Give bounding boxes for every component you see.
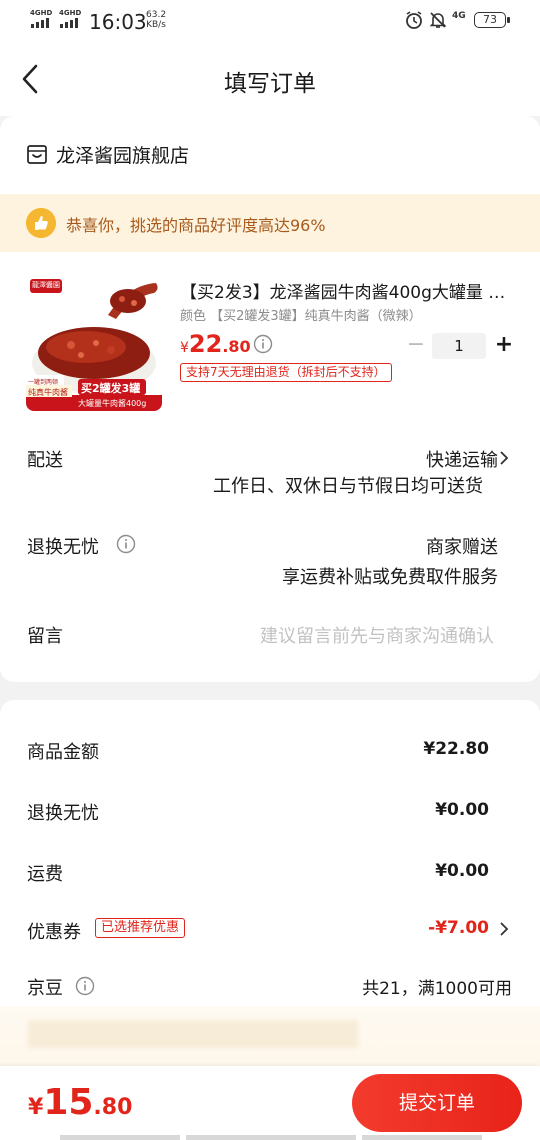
alarm-icon [406, 11, 422, 29]
image-banner: 买2罐发3罐 [81, 382, 141, 395]
store-icon [27, 145, 47, 164]
product-spec: 颜色 【买2罐发3罐】纯真牛肉酱（微辣） [180, 309, 422, 324]
order-card: 龙泽酱园旗舰店 恭喜你，挑选的商品好评度高达96% 龍澤醬園 买2罐发3罐 一罐… [0, 116, 540, 682]
total-currency: ¥ [28, 1095, 44, 1120]
net-speed-unit: KB/s [146, 20, 166, 30]
info-icon[interactable] [116, 534, 136, 554]
shipping-label: 运费 [27, 864, 63, 885]
blurred-content [28, 1020, 358, 1048]
image-bottom-tag: 大罐量牛肉酱400g [78, 399, 147, 408]
return-service-label: 退换无忧 [27, 537, 99, 558]
battery-tip [507, 17, 510, 23]
summary-card: 商品金额 ¥22.80 退换无忧 ¥0.00 运费 ¥0.00 优惠券 已选推荐… [0, 700, 540, 1080]
quantity-plus-button[interactable]: + [494, 334, 514, 358]
chevron-right-icon[interactable] [498, 450, 510, 466]
return-policy-tag: 支持7天无理由退货（拆封后不支持） [180, 363, 392, 382]
quantity-minus-button[interactable]: − [406, 334, 426, 358]
product-price: ¥22.80 [180, 330, 251, 358]
signal-icon [60, 18, 78, 28]
return-service-note: 享运费补贴或免费取件服务 [282, 567, 498, 588]
price-integer: 22 [188, 330, 223, 358]
product-image[interactable]: 龍澤醬園 买2罐发3罐 一罐到两顿 纯真牛肉酱 大罐量牛肉酱400g [26, 275, 162, 411]
return-fee-label: 退换无忧 [27, 803, 99, 824]
home-indicator [60, 1135, 180, 1140]
info-icon[interactable] [75, 976, 95, 996]
coupon-value[interactable]: -¥7.00 [428, 918, 489, 938]
return-fee-value: ¥0.00 [435, 800, 489, 820]
delivery-method[interactable]: 快递运输 [426, 446, 498, 472]
battery-level: 73 [483, 13, 497, 26]
product-title[interactable]: 【买2发3】龙泽酱园牛肉酱400g大罐量 纯真牛肉酱 [180, 278, 510, 303]
page-header: 填写订单 [0, 42, 540, 116]
network-type: 4G [452, 11, 466, 21]
image-corner-text: 一罐到两顿 [28, 379, 59, 386]
coupon-tag: 已选推荐优惠 [95, 918, 186, 938]
goods-amount-value: ¥22.80 [423, 739, 489, 759]
thumbs-up-icon [26, 208, 56, 238]
shipping-value: ¥0.00 [435, 861, 489, 881]
promo-text: 恭喜你，挑选的商品好评度高达96% [66, 216, 326, 235]
total-price: ¥15.80 [28, 1082, 132, 1123]
image-badge: 龍澤醬園 [32, 281, 60, 289]
battery-icon: 73 [474, 12, 506, 28]
return-service-value: 商家赠送 [426, 537, 498, 558]
jingdou-value: 共21，满1000可用 [362, 979, 512, 999]
jingdou-label: 京豆 [27, 978, 63, 999]
message-input[interactable]: 建议留言前先与商家沟通确认 [260, 622, 494, 648]
promo-banner: 恭喜你，挑选的商品好评度高达96% [0, 194, 540, 252]
net-speed: 63.2 KB/s [146, 10, 166, 30]
chevron-right-icon[interactable] [498, 921, 510, 937]
checkout-bar: ¥15.80 提交订单 [0, 1066, 540, 1140]
status-bar: 4GHD 4GHD 16:03 63.2 KB/s 4G 73 [0, 0, 540, 42]
home-indicator [186, 1135, 356, 1140]
home-indicator [362, 1135, 482, 1140]
goods-amount-label: 商品金额 [27, 742, 99, 763]
net-speed-value: 63.2 [146, 10, 167, 20]
price-decimal: .80 [222, 337, 251, 356]
coupon-label: 优惠券 [27, 922, 81, 943]
message-label: 留言 [27, 626, 63, 647]
signal-icon [31, 18, 49, 28]
delivery-note: 工作日、双休日与节假日均可送货 [213, 476, 483, 497]
shop-row[interactable]: 龙泽酱园旗舰店 [26, 140, 189, 168]
sim1-label: 4GHD [30, 9, 53, 17]
mute-bell-icon [429, 12, 447, 28]
total-decimal: .80 [93, 1095, 133, 1120]
quantity-input[interactable]: 1 [432, 333, 486, 359]
total-integer: 15 [43, 1082, 94, 1123]
info-icon[interactable] [253, 334, 273, 354]
sim2-label: 4GHD [59, 9, 82, 17]
page-title: 填写订单 [224, 71, 316, 97]
price-currency: ¥ [180, 340, 189, 356]
shop-name: 龙泽酱园旗舰店 [56, 144, 190, 167]
submit-order-button[interactable]: 提交订单 [352, 1074, 522, 1132]
image-left-tag: 纯真牛肉酱 [28, 388, 68, 397]
clock: 16:03 [89, 10, 147, 34]
delivery-label: 配送 [27, 450, 63, 471]
